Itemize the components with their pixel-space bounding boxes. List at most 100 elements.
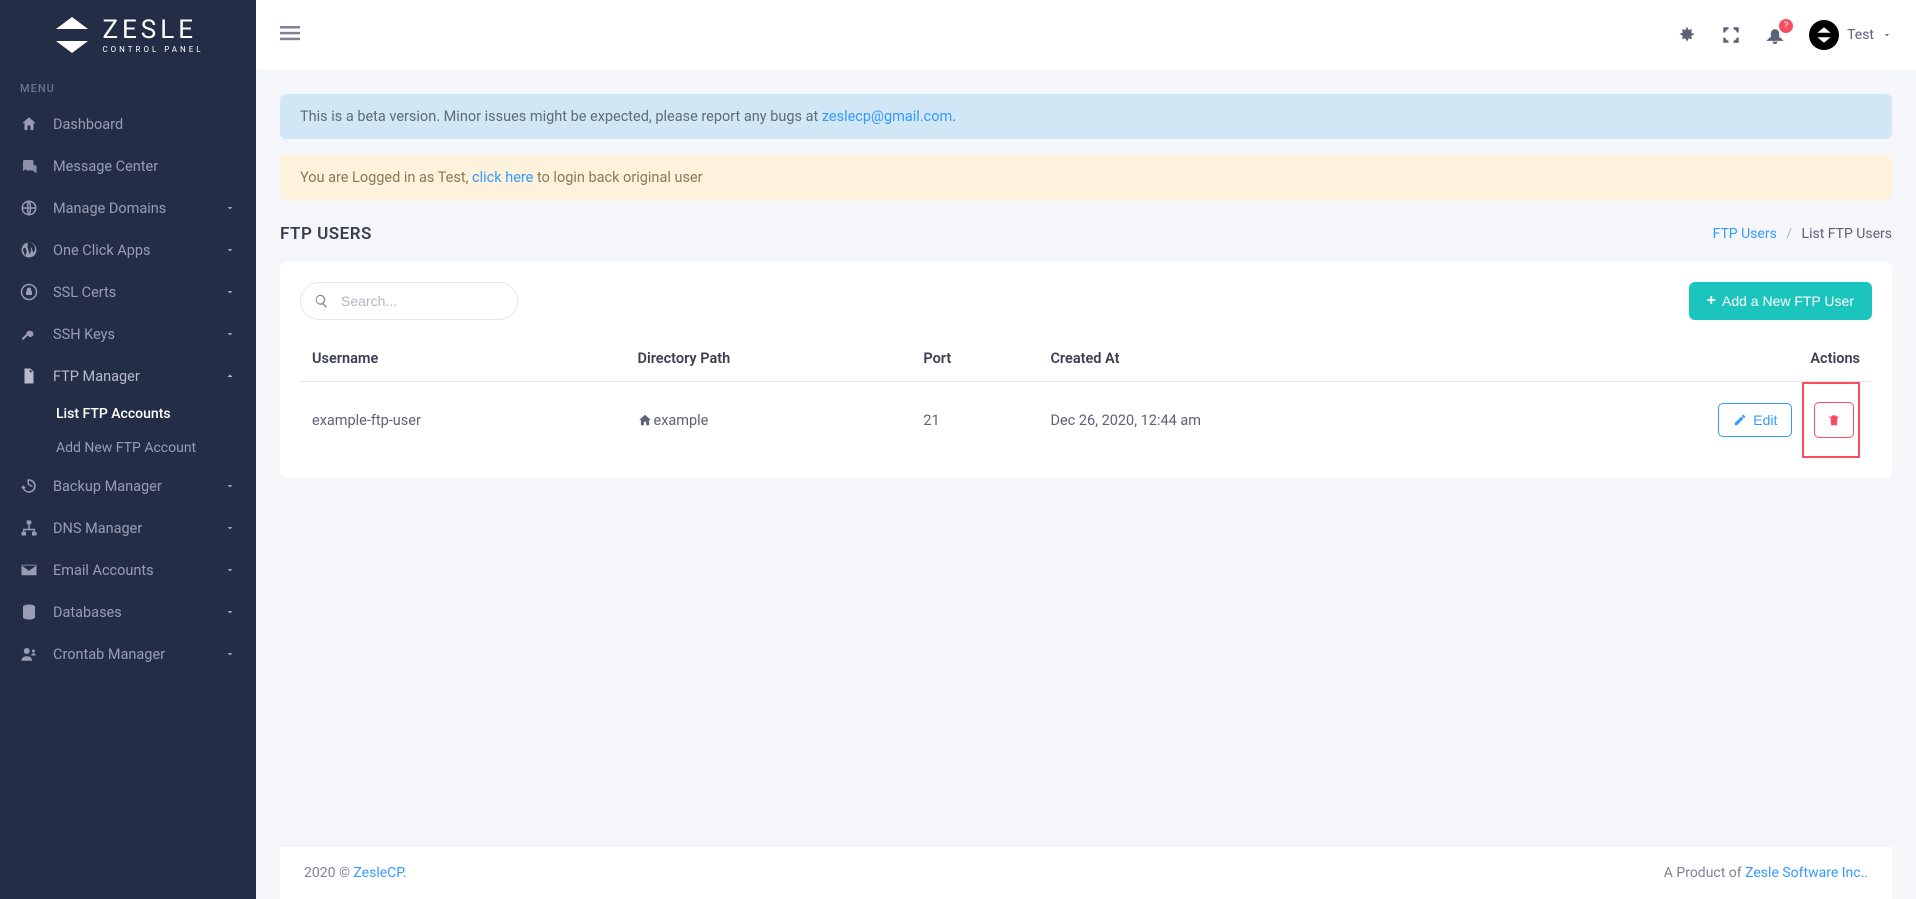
sitemap-icon (20, 519, 38, 537)
topbar: ? Test (256, 0, 1916, 70)
wordpress-icon (20, 241, 38, 259)
chevron-down-icon (224, 202, 236, 214)
edit-button[interactable]: Edit (1718, 403, 1792, 437)
sidebar-item-ftp-manager[interactable]: FTP Manager (0, 355, 256, 397)
plus-icon: + (1707, 292, 1716, 310)
breadcrumb-current: List FTP Users (1802, 226, 1892, 242)
user-name-label: Test (1847, 27, 1874, 43)
sidebar-item-message-center[interactable]: Message Center (0, 145, 256, 187)
delete-highlight (1802, 382, 1860, 458)
th-created-at: Created At (1038, 336, 1465, 382)
nav-list: Dashboard Message Center Manage Domains … (0, 103, 256, 675)
breadcrumb-root[interactable]: FTP Users (1713, 226, 1777, 242)
sidebar-section-label: MENU (0, 70, 256, 103)
sidebar-item-one-click-apps[interactable]: One Click Apps (0, 229, 256, 271)
sidebar-item-email-accounts[interactable]: Email Accounts (0, 549, 256, 591)
th-directory-path: Directory Path (626, 336, 912, 382)
users-gear-icon (20, 645, 38, 663)
content: This is a beta version. Minor issues mig… (256, 70, 1916, 899)
cell-created-at: Dec 26, 2020, 12:44 am (1038, 382, 1465, 459)
breadcrumb: FTP Users / List FTP Users (1713, 226, 1892, 242)
sidebar-item-label: Databases (53, 604, 224, 621)
logo-text: ZESLE CONTROL PANEL (102, 17, 203, 54)
search-wrap (300, 282, 518, 320)
search-input[interactable] (300, 282, 518, 320)
sidebar-item-label: Crontab Manager (53, 646, 224, 663)
sidebar-item-label: Dashboard (53, 116, 236, 133)
product-link[interactable]: Zesle Software Inc. (1745, 865, 1864, 881)
sidebar-item-dashboard[interactable]: Dashboard (0, 103, 256, 145)
chevron-down-icon (224, 286, 236, 298)
cell-port: 21 (911, 382, 1038, 459)
cell-directory-path: example (626, 382, 912, 459)
sidebar-item-backup-manager[interactable]: Backup Manager (0, 465, 256, 507)
add-button-label: Add a New FTP User (1722, 293, 1854, 309)
leaf-icon[interactable] (1677, 25, 1697, 45)
notification-badge: ? (1779, 19, 1793, 33)
avatar (1809, 20, 1839, 50)
footer-copyright: 2020 © ZesleCP. (304, 865, 407, 881)
sidebar-item-databases[interactable]: Databases (0, 591, 256, 633)
alert-text: You are Logged in as Test, (300, 169, 472, 186)
search-icon (314, 294, 329, 309)
nav-sublist-ftp: List FTP Accounts Add New FTP Account (0, 397, 256, 465)
sidebar-item-label: Email Accounts (53, 562, 224, 579)
footer: 2020 © ZesleCP. A Product of Zesle Softw… (280, 847, 1892, 899)
history-icon (20, 477, 38, 495)
beta-email-link[interactable]: zeslecp@gmail.com (822, 108, 952, 125)
chevron-down-icon (224, 606, 236, 618)
add-ftp-user-button[interactable]: + Add a New FTP User (1689, 282, 1872, 320)
main: ? Test This is a beta version. Minor iss… (256, 0, 1916, 899)
beta-alert: This is a beta version. Minor issues mig… (280, 94, 1892, 139)
user-dropdown[interactable]: Test (1809, 20, 1892, 50)
fullscreen-icon[interactable] (1721, 25, 1741, 45)
sidebar-item-dns-manager[interactable]: DNS Manager (0, 507, 256, 549)
sidebar-item-label: Manage Domains (53, 200, 224, 217)
cell-username: example-ftp-user (300, 382, 626, 459)
menu-toggle-button[interactable] (280, 26, 300, 44)
sidebar-item-label: Message Center (53, 158, 236, 175)
directory-home-icon (638, 413, 652, 427)
edit-button-label: Edit (1753, 412, 1777, 428)
cell-actions: Edit (1466, 382, 1872, 459)
sidebar-subitem-list-ftp-accounts[interactable]: List FTP Accounts (0, 397, 256, 431)
table-row: example-ftp-user example 21 Dec 26, 2020… (300, 382, 1872, 459)
bell-icon[interactable]: ? (1765, 25, 1785, 45)
chevron-down-icon (224, 328, 236, 340)
globe-icon (20, 199, 38, 217)
lock-icon (20, 283, 38, 301)
sidebar-item-label: One Click Apps (53, 242, 224, 259)
sidebar: ZESLE CONTROL PANEL MENU Dashboard Messa… (0, 0, 256, 899)
key-icon (20, 325, 38, 343)
sidebar-item-ssh-keys[interactable]: SSH Keys (0, 313, 256, 355)
card-header: + Add a New FTP User (300, 282, 1872, 320)
logo-icon (52, 15, 92, 55)
breadcrumb-separator: / (1786, 226, 1792, 242)
home-icon (20, 115, 38, 133)
database-icon (20, 603, 38, 621)
logo[interactable]: ZESLE CONTROL PANEL (0, 0, 256, 70)
sidebar-item-crontab-manager[interactable]: Crontab Manager (0, 633, 256, 675)
delete-button[interactable] (1814, 402, 1854, 438)
sidebar-item-ssl-certs[interactable]: SSL Certs (0, 271, 256, 313)
chevron-down-icon (224, 244, 236, 256)
trash-icon (1827, 413, 1841, 427)
logo-title: ZESLE (102, 17, 203, 43)
copyright-prefix: 2020 © (304, 865, 353, 881)
sidebar-item-label: Backup Manager (53, 478, 224, 495)
chevron-down-icon (1882, 30, 1892, 40)
ftp-users-table: Username Directory Path Port Created At … (300, 336, 1872, 458)
footer-product: A Product of Zesle Software Inc.. (1664, 865, 1868, 881)
sidebar-item-label: SSL Certs (53, 284, 224, 301)
sidebar-item-label: DNS Manager (53, 520, 224, 537)
sidebar-item-manage-domains[interactable]: Manage Domains (0, 187, 256, 229)
product-prefix: A Product of (1664, 865, 1745, 881)
login-back-link[interactable]: click here (472, 169, 533, 186)
copyright-link[interactable]: ZesleCP (353, 865, 402, 881)
sidebar-subitem-add-ftp-account[interactable]: Add New FTP Account (0, 431, 256, 465)
pencil-icon (1733, 413, 1747, 427)
ftp-users-card: + Add a New FTP User Username Directory … (280, 262, 1892, 478)
page-title: FTP USERS (280, 224, 372, 244)
chevron-down-icon (224, 648, 236, 660)
chevron-down-icon (224, 522, 236, 534)
